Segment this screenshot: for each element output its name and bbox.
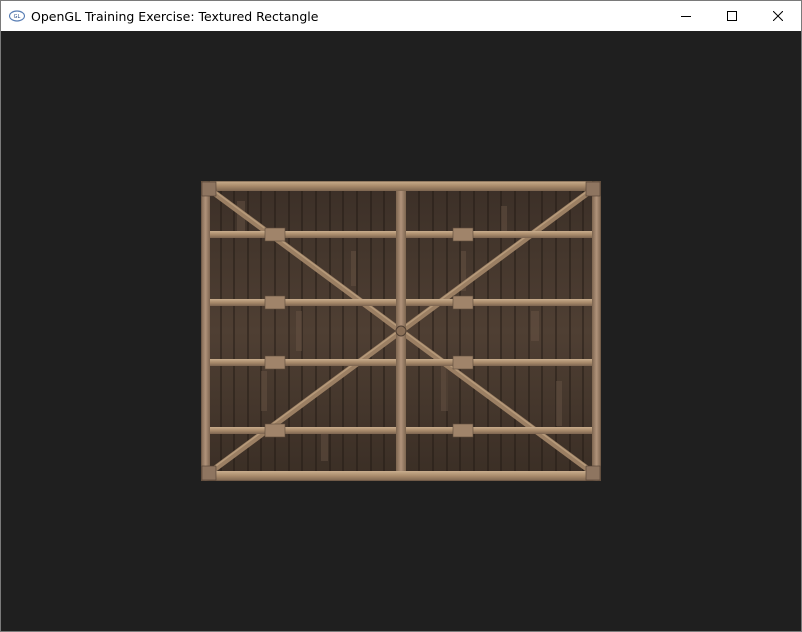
svg-text:GL: GL [14, 14, 21, 20]
textured-rectangle [201, 181, 601, 481]
close-button[interactable] [755, 1, 801, 31]
window-controls [663, 1, 801, 31]
opengl-viewport[interactable] [1, 31, 801, 631]
minimize-icon [681, 16, 691, 17]
window-title: OpenGL Training Exercise: Textured Recta… [31, 8, 319, 24]
close-icon [773, 11, 783, 21]
title-bar[interactable]: GL OpenGL Training Exercise: Textured Re… [1, 1, 801, 31]
minimize-button[interactable] [663, 1, 709, 31]
center-joint [395, 325, 407, 337]
application-window: GL OpenGL Training Exercise: Textured Re… [0, 0, 802, 632]
maximize-icon [727, 11, 737, 21]
opengl-logo-icon[interactable]: GL [9, 8, 25, 24]
maximize-button[interactable] [709, 1, 755, 31]
